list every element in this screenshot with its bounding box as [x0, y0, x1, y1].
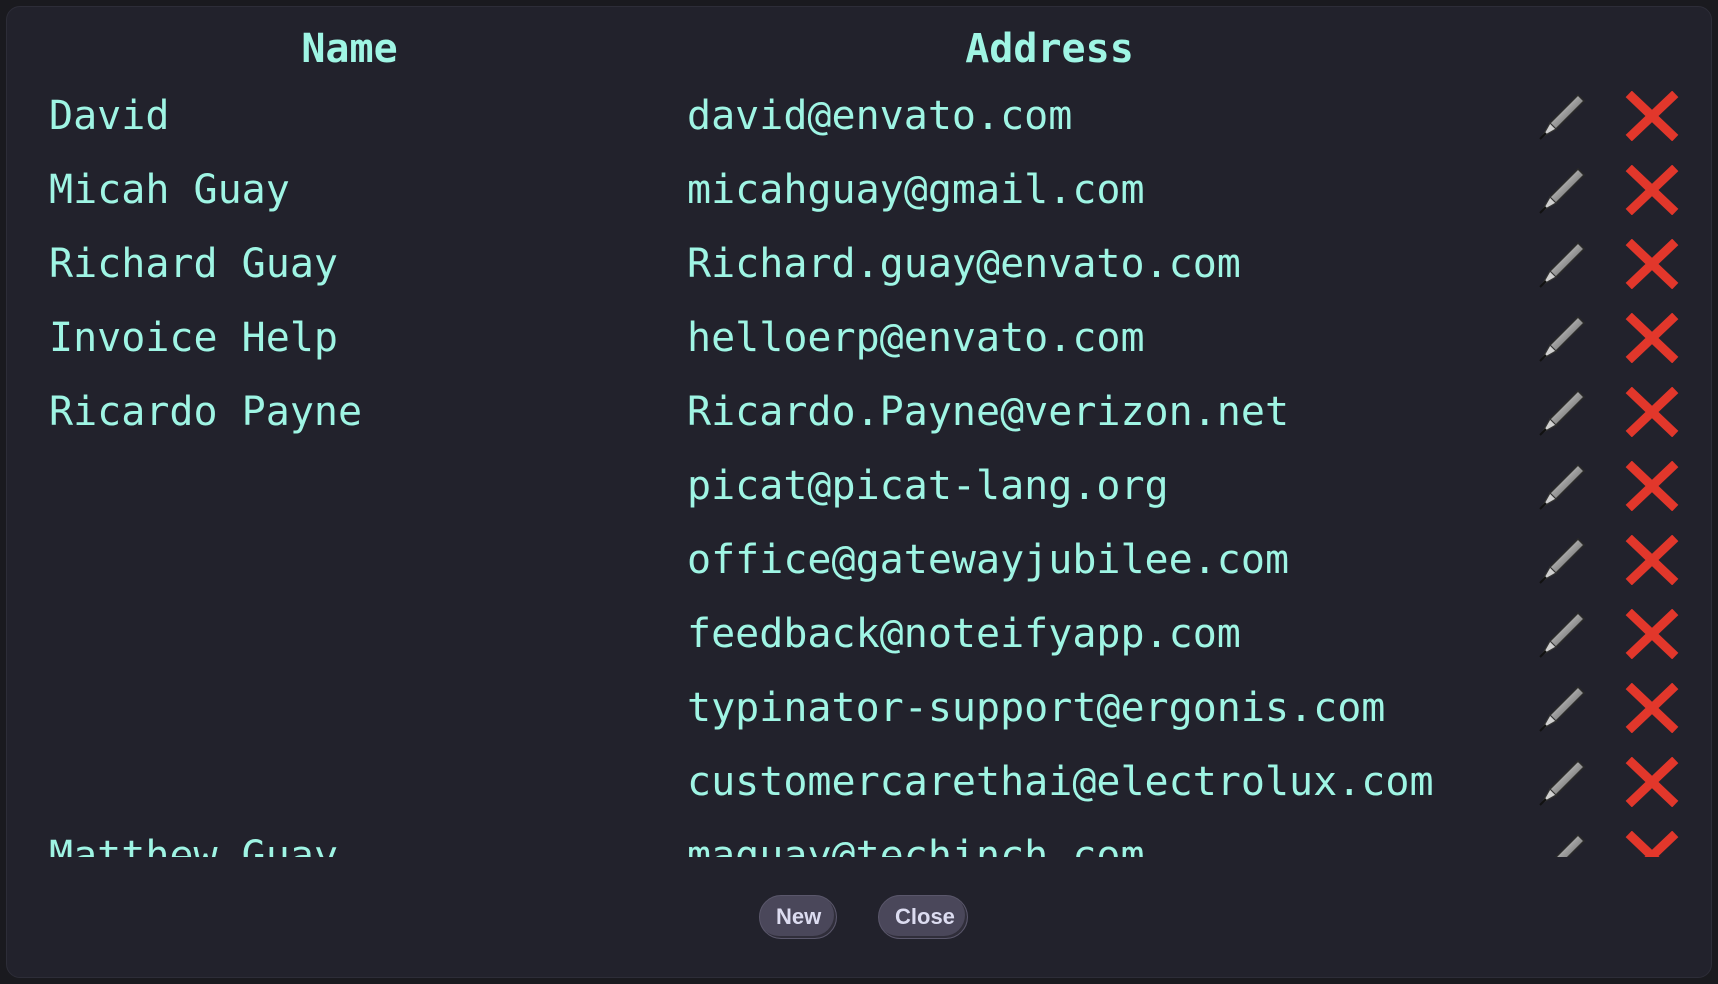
delete-x-icon[interactable] — [1624, 164, 1680, 216]
delete-x-icon[interactable] — [1624, 386, 1680, 438]
row-address: picat@picat-lang.org — [687, 463, 1169, 509]
row-name: Micah Guay — [49, 167, 290, 213]
row-address: office@gatewayjubilee.com — [687, 537, 1290, 583]
table-row: Micah Guay micahguay@gmail.com — [7, 153, 1711, 227]
edit-pen-icon[interactable] — [1534, 165, 1588, 215]
close-button[interactable]: Close — [878, 895, 968, 939]
row-address: maguay@techinch.com — [687, 833, 1145, 857]
table-header: Name Address — [7, 19, 1711, 79]
delete-x-icon[interactable] — [1624, 682, 1680, 734]
row-name: Matthew Guay — [49, 833, 338, 857]
row-name: David — [49, 93, 170, 139]
edit-pen-icon[interactable] — [1534, 609, 1588, 659]
address-list[interactable]: David david@envato.com Micah Guay micahguay… — [7, 79, 1711, 857]
row-address: typinator-support@ergonis.com — [687, 685, 1386, 731]
edit-pen-icon[interactable] — [1534, 91, 1588, 141]
table-row: office@gatewayjubilee.com — [7, 523, 1711, 597]
new-button[interactable]: New — [759, 895, 837, 939]
edit-pen-icon[interactable] — [1534, 461, 1588, 511]
column-header-address: Address — [965, 26, 1134, 72]
address-dialog: Name Address David david@envato.com Micah … — [6, 6, 1712, 978]
edit-pen-icon[interactable] — [1534, 683, 1588, 733]
row-address: Richard.guay@envato.com — [687, 241, 1241, 287]
delete-x-icon[interactable] — [1624, 460, 1680, 512]
row-name: Ricardo Payne — [49, 389, 363, 435]
table-row: customercarethai@electrolux.com — [7, 745, 1711, 819]
row-name: Invoice Help — [49, 315, 338, 361]
delete-x-icon[interactable] — [1624, 608, 1680, 660]
edit-pen-icon[interactable] — [1534, 535, 1588, 585]
edit-pen-icon[interactable] — [1534, 831, 1588, 857]
table-row: Richard Guay Richard.guay@envato.com — [7, 227, 1711, 301]
table-row: feedback@noteifyapp.com — [7, 597, 1711, 671]
table-row: Ricardo Payne Ricardo.Payne@verizon.net — [7, 375, 1711, 449]
table-row: David david@envato.com — [7, 79, 1711, 153]
edit-pen-icon[interactable] — [1534, 239, 1588, 289]
row-address: helloerp@envato.com — [687, 315, 1145, 361]
edit-pen-icon[interactable] — [1534, 313, 1588, 363]
row-address: david@envato.com — [687, 93, 1073, 139]
row-address: micahguay@gmail.com — [687, 167, 1145, 213]
row-address: feedback@noteifyapp.com — [687, 611, 1241, 657]
row-address: customercarethai@electrolux.com — [687, 759, 1434, 805]
table-row: picat@picat-lang.org — [7, 449, 1711, 523]
edit-pen-icon[interactable] — [1534, 387, 1588, 437]
table-row: Matthew Guay maguay@techinch.com — [7, 819, 1711, 857]
row-name: Richard Guay — [49, 241, 338, 287]
edit-pen-icon[interactable] — [1534, 757, 1588, 807]
delete-x-icon[interactable] — [1624, 312, 1680, 364]
delete-x-icon[interactable] — [1624, 756, 1680, 808]
delete-x-icon[interactable] — [1624, 830, 1680, 857]
delete-x-icon[interactable] — [1624, 90, 1680, 142]
column-header-name: Name — [301, 26, 398, 72]
row-address: Ricardo.Payne@verizon.net — [687, 389, 1290, 435]
delete-x-icon[interactable] — [1624, 534, 1680, 586]
table-row: typinator-support@ergonis.com — [7, 671, 1711, 745]
delete-x-icon[interactable] — [1624, 238, 1680, 290]
table-row: Invoice Help helloerp@envato.com — [7, 301, 1711, 375]
